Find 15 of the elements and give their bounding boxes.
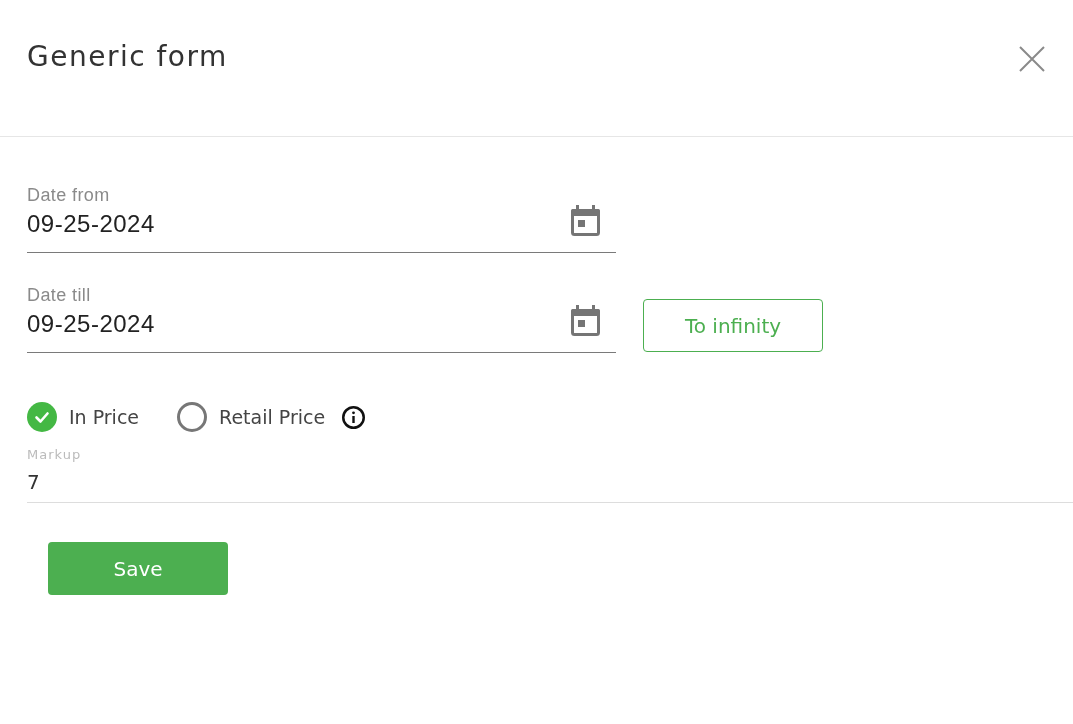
calendar-icon[interactable]: [571, 305, 600, 336]
dialog-title: Generic form: [27, 40, 228, 74]
field-label: Date till: [27, 284, 91, 306]
radio-label[interactable]: Retail Price: [219, 402, 326, 432]
date-input-field[interactable]: 09-25-2024: [27, 206, 616, 253]
date-input-field[interactable]: 09-25-2024: [27, 306, 616, 353]
close-icon[interactable]: [1019, 46, 1045, 72]
markup-input-field[interactable]: 7: [27, 469, 1073, 503]
calendar-icon[interactable]: [571, 205, 600, 236]
field-label: Markup: [27, 447, 82, 463]
radio-circle-icon[interactable]: [177, 402, 208, 432]
info-icon[interactable]: [342, 405, 366, 429]
field-label: Date from: [27, 184, 110, 206]
check-circle-icon[interactable]: [27, 402, 57, 432]
radio-label[interactable]: In Price: [69, 402, 140, 432]
